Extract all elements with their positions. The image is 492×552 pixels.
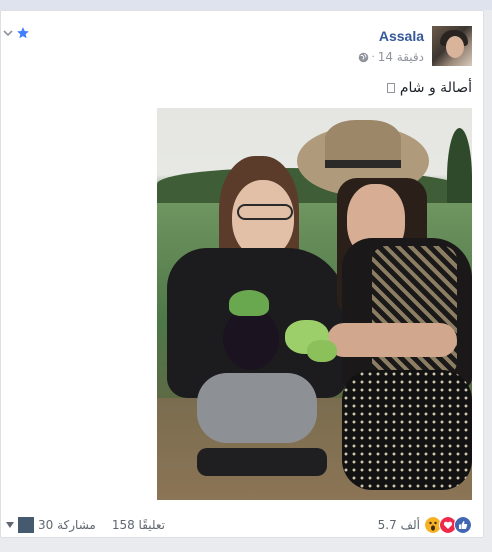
- post-photo[interactable]: [157, 108, 472, 500]
- post-text: أصالة و شام: [386, 80, 472, 96]
- photo-pepper-2: [307, 340, 337, 362]
- photo-woman-hatband: [325, 160, 401, 168]
- caret-down-icon[interactable]: [6, 522, 14, 528]
- globe-icon[interactable]: [358, 52, 369, 63]
- photo-woman-pants: [342, 370, 472, 490]
- post-text-content: أصالة و شام: [399, 80, 472, 96]
- post-footer-right: 5.7 ألف: [378, 516, 472, 534]
- unsupported-glyph: [386, 83, 395, 93]
- avatar-icon[interactable]: [18, 517, 34, 533]
- photo-eggplant: [223, 308, 279, 370]
- like-icon: [454, 516, 472, 534]
- post-meta: · 14 دقيقة: [358, 49, 424, 65]
- post-footer-left: 30 مشاركة 158 تعليقًا: [6, 517, 165, 533]
- photo-woman-arm: [327, 323, 457, 357]
- photo-girl-glasses: [237, 204, 293, 220]
- avatar-face: [446, 36, 464, 58]
- photo-girl-legs: [197, 373, 317, 443]
- reaction-count[interactable]: 5.7 ألف: [378, 518, 420, 532]
- feed-bottom-edge: [0, 538, 492, 552]
- author-avatar[interactable]: [432, 26, 472, 66]
- feed-top-edge: [0, 0, 492, 10]
- share-count[interactable]: 30 مشاركة: [38, 518, 96, 532]
- post-timestamp[interactable]: 14 دقيقة: [378, 50, 424, 64]
- author-name[interactable]: Assala: [379, 28, 424, 44]
- meta-separator: ·: [371, 51, 375, 63]
- photo-eggplant-cap: [229, 290, 269, 316]
- chevron-down-icon[interactable]: [2, 27, 14, 39]
- reaction-icons[interactable]: [424, 516, 472, 534]
- star-icon[interactable]: [16, 26, 30, 40]
- comment-count[interactable]: 158 تعليقًا: [112, 518, 165, 532]
- photo-girl-shoes: [197, 448, 327, 476]
